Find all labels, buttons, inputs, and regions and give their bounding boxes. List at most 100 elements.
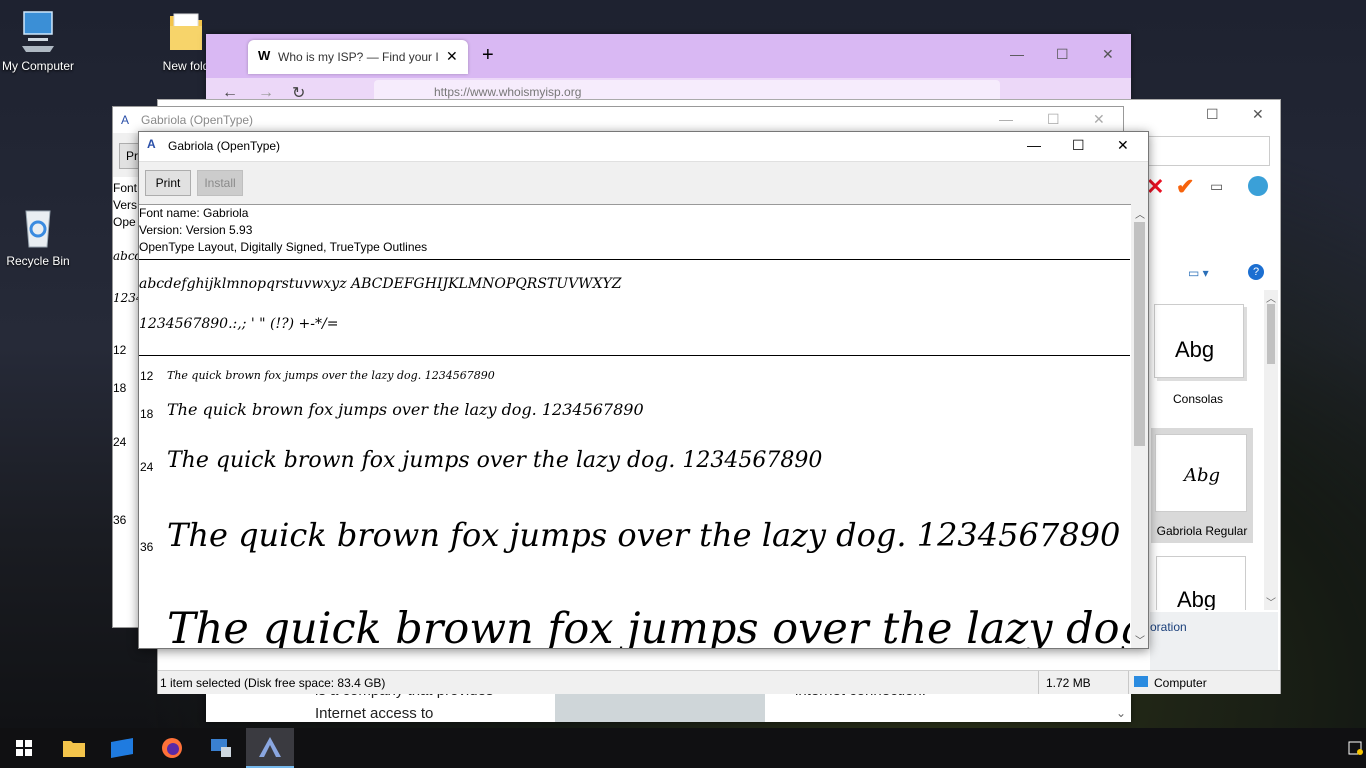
scroll-up-icon[interactable]: ︿ (1135, 206, 1145, 221)
desktop-icon-recycle-bin[interactable]: Recycle Bin (0, 205, 76, 269)
browser-tab-bar: W Who is my ISP? — Find your Int ✕ + — ☐… (206, 34, 1131, 78)
close-icon[interactable]: ✕ (1117, 137, 1129, 154)
help-icon[interactable]: ? (1248, 264, 1264, 280)
font-viewer-app-icon: A (121, 113, 130, 127)
browser-close-icon[interactable]: ✕ (1102, 46, 1114, 63)
site-favicon-icon: W (258, 48, 271, 63)
font-preview: Font name: Gabriola Version: Version 5.9… (139, 204, 1130, 648)
url-text: https://www.whoismyisp.org (434, 85, 582, 99)
font-viewer-app-icon: A (147, 137, 156, 151)
window-app-icon (111, 738, 133, 758)
status-bar: 1 item selected (Disk free space: 83.4 G… (158, 670, 1280, 694)
network-computer-icon (211, 739, 231, 757)
status-divider (1038, 671, 1039, 694)
divider (139, 355, 1130, 356)
details-pane: oration (1150, 612, 1278, 670)
close-tab-icon[interactable]: ✕ (446, 48, 458, 65)
start-button[interactable] (0, 728, 48, 768)
font-item-gabriola-selected[interactable]: Abg Gabriola Regular (1151, 428, 1253, 543)
explorer-scrollbar[interactable]: ︿ ﹀ (1264, 290, 1278, 610)
view-options-icon[interactable]: ▭ ▾ (1188, 266, 1209, 280)
status-size: 1.72 MB (1046, 676, 1091, 690)
windows-logo-icon (16, 740, 32, 756)
font-glyph: Abg (1177, 587, 1217, 610)
explorer-close-icon[interactable]: ✕ (1252, 106, 1264, 123)
browser-tab[interactable]: W Who is my ISP? — Find your Int ✕ (248, 40, 468, 74)
font-item-label: Consolas (1172, 392, 1224, 406)
taskbar-font-viewer[interactable] (246, 728, 294, 768)
browser-minimize-icon[interactable]: — (1010, 46, 1024, 62)
sample-alphabet: abcdefghijklmnopqrstuvwxyz ABCDEFGHIJKLM… (139, 276, 622, 292)
install-button[interactable]: Install (197, 170, 243, 196)
action-center-icon[interactable] (1332, 728, 1366, 768)
size-label: 18 (113, 381, 127, 395)
font-file-icon: Abg (1156, 556, 1246, 610)
page-text: Internet access to (315, 705, 434, 722)
sample-digits: 1234567890.:,; ' " (!?) +-*/= (139, 316, 339, 332)
toolbar: Print Install (139, 161, 1148, 205)
font-file-icon: Abg (1155, 434, 1247, 512)
scroll-down-icon[interactable]: ⌄ (1116, 706, 1126, 720)
taskbar-firefox[interactable] (148, 728, 196, 768)
browser-maximize-icon[interactable]: ☐ (1056, 46, 1069, 63)
close-icon[interactable]: ✕ (1093, 111, 1105, 128)
scroll-down-icon[interactable]: ﹀ (1266, 594, 1276, 609)
taskbar-file-explorer[interactable] (50, 728, 98, 768)
folder-icon (63, 741, 85, 757)
notification-icon (1348, 741, 1363, 755)
maximize-icon[interactable]: ☐ (1072, 137, 1085, 154)
scroll-down-icon[interactable]: ﹀ (1135, 632, 1145, 647)
size-label: 24 (113, 435, 127, 449)
size-label: 36 (140, 540, 154, 554)
font-version: Version: Version 5.93 (139, 223, 253, 237)
new-tab-button[interactable]: + (482, 44, 494, 67)
size-label: 24 (140, 460, 154, 474)
font-name: Font name: Gabriola (139, 206, 249, 220)
font-glyph: Abg (1175, 337, 1215, 362)
title-bar: A Gabriola (OpenType) — ☐ ✕ (139, 132, 1148, 161)
minimize-icon[interactable]: — (1027, 137, 1041, 153)
folder-icon (170, 13, 202, 50)
divider (139, 259, 1130, 260)
checkmark-icon[interactable]: ✔ (1176, 174, 1194, 200)
properties-icon[interactable]: ▭ (1210, 178, 1223, 195)
sample-text-48: The quick brown fox jumps over the lazy … (167, 604, 1130, 648)
size-label: 36 (113, 513, 127, 527)
details-copyright: oration (1150, 620, 1187, 634)
globe-icon[interactable] (1248, 176, 1268, 196)
firefox-icon (162, 738, 182, 758)
sample-text-36: The quick brown fox jumps over the lazy … (167, 516, 1121, 554)
desktop-icon-label: My Computer (1, 59, 75, 73)
scroll-thumb[interactable] (1134, 222, 1145, 446)
scroll-up-icon[interactable]: ︿ (1266, 290, 1276, 305)
status-selected: 1 item selected (Disk free space: 83.4 G… (160, 676, 386, 690)
explorer-search-input[interactable] (1146, 136, 1270, 166)
desktop-icon-label: Recycle Bin (6, 254, 70, 268)
window-title: Gabriola (OpenType) (141, 113, 254, 127)
minimize-icon[interactable]: — (999, 111, 1013, 127)
print-button[interactable]: Print (145, 170, 191, 196)
status-divider (1128, 671, 1129, 694)
computer-icon (1134, 676, 1148, 687)
preview-scrollbar[interactable]: ︿ ﹀ (1131, 204, 1148, 648)
taskbar-network[interactable] (197, 728, 245, 768)
scroll-thumb[interactable] (1267, 304, 1275, 364)
desktop-icon-my-computer[interactable]: My Computer (0, 10, 76, 74)
map-image (555, 694, 765, 722)
window-title: Gabriola (OpenType) (168, 139, 281, 153)
sample-text-18: The quick brown fox jumps over the lazy … (167, 400, 644, 419)
sample-text-24: The quick brown fox jumps over the lazy … (167, 448, 823, 473)
explorer-maximize-icon[interactable]: ☐ (1206, 106, 1219, 123)
size-label: 12 (113, 343, 127, 357)
font-viewer-window: A Gabriola (OpenType) — ☐ ✕ Print Instal… (138, 131, 1149, 649)
info-line: Vers (113, 198, 138, 212)
computer-icon (22, 11, 54, 52)
size-label: 12 (140, 369, 154, 383)
tab-title: Who is my ISP? — Find your Int (278, 50, 438, 64)
font-viewer-icon (259, 737, 281, 757)
font-item-consolas[interactable]: Abg Consolas (1152, 300, 1252, 412)
maximize-icon[interactable]: ☐ (1047, 111, 1060, 128)
sample-text-12: The quick brown fox jumps over the lazy … (167, 369, 495, 382)
taskbar-app-window[interactable] (98, 728, 146, 768)
font-item-partial[interactable]: Abg (1154, 556, 1248, 610)
